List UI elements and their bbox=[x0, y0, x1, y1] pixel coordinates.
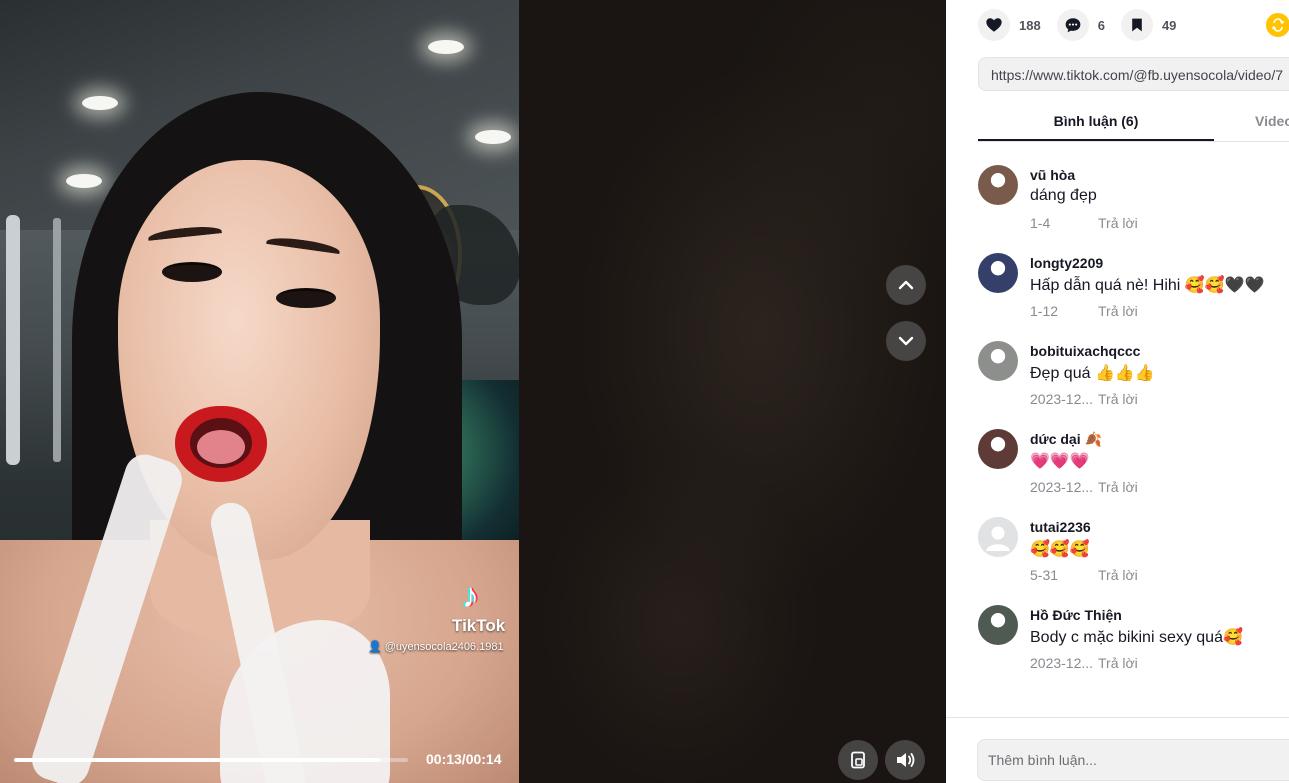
reply-button[interactable]: Trả lời bbox=[1098, 391, 1138, 407]
time-label: 00:13/00:14 bbox=[426, 751, 502, 767]
chevron-down-icon bbox=[898, 336, 914, 346]
comment-text: Hấp dẫn quá nè! Hihi 🥰🥰🖤🖤 bbox=[1030, 277, 1265, 294]
comment-button[interactable]: 6 bbox=[1056, 9, 1105, 41]
comment-item: dức dại 🍂 💗💗💗 2023-12... Trả lời bbox=[978, 429, 1278, 517]
comment-date: 2023-12... bbox=[1030, 655, 1094, 671]
comment-list: vũ hòa dáng đẹp 1-4 Trả lời longty2209 H… bbox=[978, 165, 1278, 693]
volume-icon bbox=[897, 753, 915, 767]
previous-video-button[interactable] bbox=[886, 265, 926, 305]
ceiling-lamp bbox=[82, 96, 118, 110]
comment-icon bbox=[1065, 18, 1081, 33]
tiktok-watermark: ♪ TikTok 👤 @uyensocola2406.1981 bbox=[366, 575, 516, 655]
comment-text: 🥰🥰🥰 bbox=[1030, 541, 1090, 558]
comment-item: vũ hòa dáng đẹp 1-4 Trả lời bbox=[978, 165, 1278, 253]
save-count: 49 bbox=[1161, 17, 1177, 33]
save-button[interactable]: 49 bbox=[1120, 9, 1177, 41]
avatar[interactable] bbox=[978, 605, 1018, 645]
tab-creator-videos[interactable]: Video bbox=[1255, 113, 1289, 129]
repost-icon bbox=[1271, 18, 1285, 32]
side-panel: 188 6 49 https://www.tiktok.com/@fb.uyen… bbox=[946, 0, 1289, 783]
next-video-button[interactable] bbox=[886, 321, 926, 361]
comment-username[interactable]: dức dại 🍂 bbox=[1030, 431, 1102, 448]
tab-underline bbox=[978, 139, 1214, 141]
comment-date: 5-31 bbox=[1030, 567, 1059, 583]
avatar[interactable] bbox=[978, 253, 1018, 293]
avatar[interactable] bbox=[978, 517, 1018, 557]
chevron-up-icon bbox=[898, 280, 914, 290]
watermark-username: @uyensocola2406.1981 bbox=[384, 641, 504, 653]
comment-username[interactable]: longty2209 bbox=[1030, 255, 1103, 271]
comment-text: Đẹp quá 👍👍👍 bbox=[1030, 365, 1155, 382]
user-icon: 👤 bbox=[368, 641, 385, 653]
video-railing bbox=[6, 215, 20, 465]
reply-button[interactable]: Trả lời bbox=[1098, 215, 1138, 231]
like-button[interactable]: 188 bbox=[978, 9, 1041, 41]
volume-button[interactable] bbox=[885, 740, 925, 780]
ceiling-lamp bbox=[66, 174, 102, 188]
eye bbox=[162, 262, 222, 282]
comment-username[interactable]: tutai2236 bbox=[1030, 519, 1091, 535]
comment-item: bobituixachqccc Đẹp quá 👍👍👍 2023-12... T… bbox=[978, 341, 1278, 429]
default-avatar-icon bbox=[978, 517, 1018, 557]
comment-item: tutai2236 🥰🥰🥰 5-31 Trả lời bbox=[978, 517, 1278, 605]
action-bar: 188 6 49 bbox=[978, 9, 1192, 41]
tab-comments[interactable]: Bình luận (6) bbox=[978, 113, 1214, 129]
save-circle bbox=[1120, 9, 1153, 41]
video-tongue bbox=[197, 430, 245, 464]
avatar[interactable] bbox=[978, 165, 1018, 205]
reply-button[interactable]: Trả lời bbox=[1098, 567, 1138, 583]
like-count: 188 bbox=[1019, 17, 1041, 33]
ceiling-lamp bbox=[428, 40, 464, 54]
progress-bar[interactable] bbox=[14, 758, 408, 762]
comment-date: 2023-12... bbox=[1030, 479, 1094, 495]
comment-item: Hồ Đức Thiện Body c mặc bikini sexy quá🥰… bbox=[978, 605, 1278, 693]
reply-button[interactable]: Trả lời bbox=[1098, 655, 1138, 671]
watermark-user: 👤 @uyensocola2406.1981 bbox=[368, 640, 504, 653]
avatar[interactable] bbox=[978, 341, 1018, 381]
comment-date: 1-4 bbox=[1030, 215, 1051, 231]
heart-icon bbox=[986, 18, 1002, 32]
avatar[interactable] bbox=[978, 429, 1018, 469]
tiktok-logo-icon: ♪ bbox=[462, 577, 479, 615]
watermark-brand: TikTok bbox=[452, 616, 506, 635]
comment-text: Body c mặc bikini sexy quá🥰 bbox=[1030, 629, 1243, 646]
video-player[interactable]: ♪ TikTok 👤 @uyensocola2406.1981 bbox=[0, 0, 519, 783]
video-stage: ♪ TikTok 👤 @uyensocola2406.1981 00:13/00… bbox=[0, 0, 946, 783]
share-link-text: https://www.tiktok.com/@fb.uyensocola/vi… bbox=[991, 67, 1284, 83]
reply-button[interactable]: Trả lời bbox=[1098, 303, 1138, 319]
comment-username[interactable]: Hồ Đức Thiện bbox=[1030, 607, 1122, 623]
eye bbox=[276, 288, 336, 308]
pip-icon bbox=[851, 751, 865, 769]
comment-date: 1-12 bbox=[1030, 303, 1059, 319]
progress-fill bbox=[14, 758, 381, 762]
ceiling-lamp bbox=[475, 130, 511, 144]
repost-button[interactable] bbox=[1266, 13, 1289, 37]
comment-count: 6 bbox=[1097, 17, 1105, 33]
share-link-box[interactable]: https://www.tiktok.com/@fb.uyensocola/vi… bbox=[978, 57, 1289, 91]
like-circle bbox=[978, 9, 1010, 41]
pip-button[interactable] bbox=[838, 740, 878, 780]
comment-composer bbox=[946, 717, 1289, 783]
comment-input[interactable] bbox=[977, 739, 1289, 781]
comment-text: 💗💗💗 bbox=[1030, 453, 1090, 470]
comment-username[interactable]: bobituixachqccc bbox=[1030, 343, 1140, 359]
comment-username[interactable]: vũ hòa bbox=[1030, 167, 1075, 183]
panel-tabs: Bình luận (6) Video bbox=[978, 104, 1289, 142]
comment-text: dáng đẹp bbox=[1030, 187, 1097, 204]
reply-button[interactable]: Trả lời bbox=[1098, 479, 1138, 495]
comment-date: 2023-12... bbox=[1030, 391, 1094, 407]
comment-item: longty2209 Hấp dẫn quá nè! Hihi 🥰🥰🖤🖤 1-1… bbox=[978, 253, 1278, 341]
comment-circle bbox=[1056, 9, 1089, 41]
bookmark-icon bbox=[1132, 18, 1142, 32]
